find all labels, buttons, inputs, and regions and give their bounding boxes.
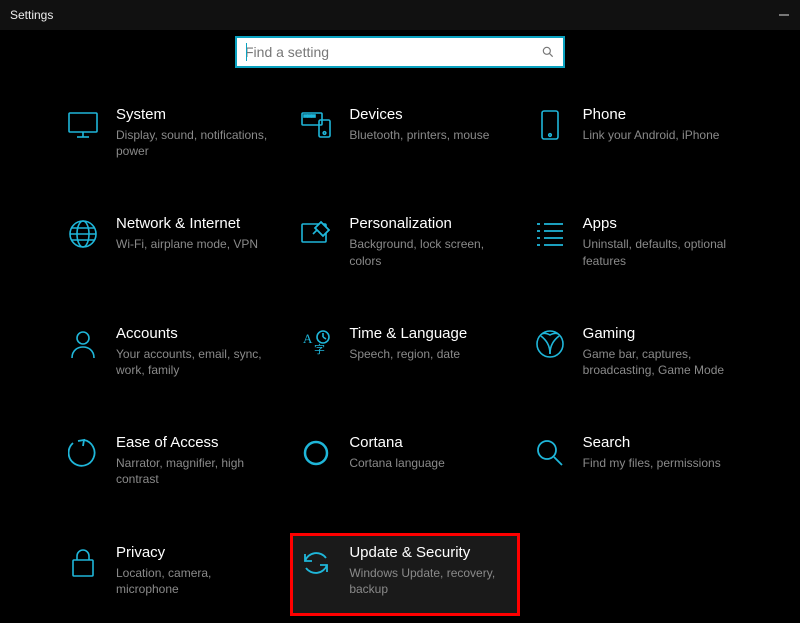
- category-accounts[interactable]: Accounts Your accounts, email, sync, wor…: [60, 317, 283, 388]
- category-title: Personalization: [349, 215, 502, 232]
- category-desc: Location, camera, microphone: [116, 565, 269, 597]
- category-title: System: [116, 106, 269, 123]
- category-desc: Wi-Fi, airplane mode, VPN: [116, 236, 269, 252]
- category-apps[interactable]: Apps Uninstall, defaults, optional featu…: [527, 207, 750, 278]
- category-text: Search Find my files, permissions: [583, 434, 744, 471]
- category-title: Time & Language: [349, 325, 502, 342]
- category-text: Cortana Cortana language: [349, 434, 510, 471]
- category-text: Privacy Location, camera, microphone: [116, 544, 277, 597]
- text-caret: [246, 43, 247, 61]
- update-icon: [299, 546, 333, 580]
- category-desc: Background, lock screen, colors: [349, 236, 502, 268]
- category-title: Devices: [349, 106, 502, 123]
- window-controls: [778, 9, 790, 21]
- category-title: Gaming: [583, 325, 736, 342]
- category-title: Privacy: [116, 544, 269, 561]
- category-title: Phone: [583, 106, 736, 123]
- category-ease-of-access[interactable]: Ease of Access Narrator, magnifier, high…: [60, 426, 283, 497]
- search-box[interactable]: [235, 36, 565, 68]
- category-text: Apps Uninstall, defaults, optional featu…: [583, 215, 744, 268]
- category-network[interactable]: Network & Internet Wi-Fi, airplane mode,…: [60, 207, 283, 278]
- category-gaming[interactable]: Gaming Game bar, captures, broadcasting,…: [527, 317, 750, 388]
- globe-icon: [66, 217, 100, 251]
- time-language-icon: A 字: [299, 327, 333, 361]
- category-desc: Cortana language: [349, 455, 502, 471]
- phone-icon: [533, 108, 567, 142]
- category-text: Devices Bluetooth, printers, mouse: [349, 106, 510, 143]
- titlebar: Settings: [0, 0, 800, 30]
- category-desc: Your accounts, email, sync, work, family: [116, 346, 269, 378]
- category-personalization[interactable]: Personalization Background, lock screen,…: [293, 207, 516, 278]
- minimize-button[interactable]: [778, 9, 790, 21]
- category-desc: Speech, region, date: [349, 346, 502, 362]
- category-text: Ease of Access Narrator, magnifier, high…: [116, 434, 277, 487]
- category-title: Update & Security: [349, 544, 502, 561]
- devices-icon: [299, 108, 333, 142]
- category-desc: Narrator, magnifier, high contrast: [116, 455, 269, 487]
- person-icon: [66, 327, 100, 361]
- category-desc: Find my files, permissions: [583, 455, 736, 471]
- category-cortana[interactable]: Cortana Cortana language: [293, 426, 516, 497]
- category-system[interactable]: System Display, sound, notifications, po…: [60, 98, 283, 169]
- search-input[interactable]: [245, 44, 541, 60]
- ease-of-access-icon: [66, 436, 100, 470]
- window-title: Settings: [10, 8, 53, 22]
- category-time-language[interactable]: A 字 Time & Language Speech, region, date: [293, 317, 516, 388]
- category-text: Personalization Background, lock screen,…: [349, 215, 510, 268]
- category-desc: Game bar, captures, broadcasting, Game M…: [583, 346, 736, 378]
- category-title: Search: [583, 434, 736, 451]
- category-privacy[interactable]: Privacy Location, camera, microphone: [60, 536, 283, 613]
- category-text: Gaming Game bar, captures, broadcasting,…: [583, 325, 744, 378]
- category-desc: Windows Update, recovery, backup: [349, 565, 502, 597]
- category-desc: Display, sound, notifications, power: [116, 127, 269, 159]
- search-category-icon: [533, 436, 567, 470]
- apps-list-icon: [533, 217, 567, 251]
- category-phone[interactable]: Phone Link your Android, iPhone: [527, 98, 750, 169]
- category-text: Update & Security Windows Update, recove…: [349, 544, 510, 597]
- category-search[interactable]: Search Find my files, permissions: [527, 426, 750, 497]
- category-text: Phone Link your Android, iPhone: [583, 106, 744, 143]
- category-desc: Uninstall, defaults, optional features: [583, 236, 736, 268]
- category-title: Accounts: [116, 325, 269, 342]
- xbox-icon: [533, 327, 567, 361]
- paintbrush-icon: [299, 217, 333, 251]
- category-title: Network & Internet: [116, 215, 269, 232]
- category-text: Network & Internet Wi-Fi, airplane mode,…: [116, 215, 277, 252]
- cortana-icon: [299, 436, 333, 470]
- category-devices[interactable]: Devices Bluetooth, printers, mouse: [293, 98, 516, 169]
- search-icon: [541, 45, 555, 59]
- category-title: Ease of Access: [116, 434, 269, 451]
- category-desc: Link your Android, iPhone: [583, 127, 736, 143]
- category-text: Accounts Your accounts, email, sync, wor…: [116, 325, 277, 378]
- settings-grid: System Display, sound, notifications, po…: [0, 98, 800, 613]
- category-text: System Display, sound, notifications, po…: [116, 106, 277, 159]
- lock-icon: [66, 546, 100, 580]
- search-container: [0, 36, 800, 68]
- category-title: Apps: [583, 215, 736, 232]
- category-title: Cortana: [349, 434, 502, 451]
- system-icon: [66, 108, 100, 142]
- category-text: Time & Language Speech, region, date: [349, 325, 510, 362]
- svg-text:字: 字: [314, 342, 325, 356]
- category-desc: Bluetooth, printers, mouse: [349, 127, 502, 143]
- svg-text:A: A: [303, 331, 313, 346]
- category-update-security[interactable]: Update & Security Windows Update, recove…: [293, 536, 516, 613]
